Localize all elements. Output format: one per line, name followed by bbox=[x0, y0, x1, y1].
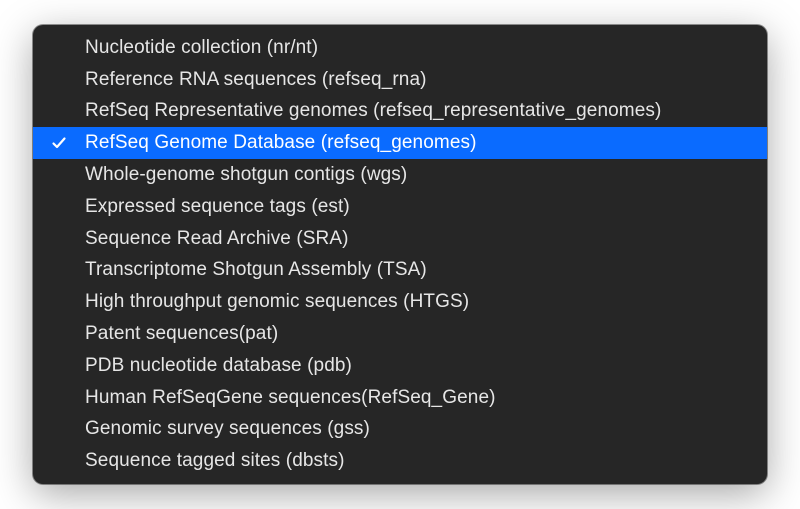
check-cell bbox=[33, 40, 85, 56]
option-label: Genomic survey sequences (gss) bbox=[85, 418, 370, 440]
option-label: Sequence tagged sites (dbsts) bbox=[85, 450, 345, 472]
option-label: High throughput genomic sequences (HTGS) bbox=[85, 291, 469, 313]
option-label: Patent sequences(pat) bbox=[85, 323, 278, 345]
option-label: PDB nucleotide database (pdb) bbox=[85, 355, 352, 377]
dropdown-option[interactable]: Nucleotide collection (nr/nt) bbox=[33, 32, 767, 64]
option-label: RefSeq Genome Database (refseq_genomes) bbox=[85, 132, 477, 154]
check-cell bbox=[33, 390, 85, 406]
check-cell bbox=[33, 294, 85, 310]
check-cell bbox=[33, 358, 85, 374]
dropdown-option[interactable]: Expressed sequence tags (est) bbox=[33, 191, 767, 223]
check-cell bbox=[33, 103, 85, 119]
option-label: Nucleotide collection (nr/nt) bbox=[85, 37, 318, 59]
check-cell bbox=[33, 326, 85, 342]
database-dropdown-panel[interactable]: Nucleotide collection (nr/nt) Reference … bbox=[33, 25, 767, 484]
option-label: Sequence Read Archive (SRA) bbox=[85, 228, 349, 250]
checkmark-icon bbox=[51, 135, 67, 151]
option-label: Whole-genome shotgun contigs (wgs) bbox=[85, 164, 407, 186]
option-label: Transcriptome Shotgun Assembly (TSA) bbox=[85, 259, 427, 281]
check-cell bbox=[33, 453, 85, 469]
dropdown-option[interactable]: RefSeq Genome Database (refseq_genomes) bbox=[33, 127, 767, 159]
check-cell bbox=[33, 231, 85, 247]
check-cell bbox=[33, 72, 85, 88]
check-cell bbox=[33, 421, 85, 437]
option-label: Expressed sequence tags (est) bbox=[85, 196, 350, 218]
dropdown-option[interactable]: Sequence Read Archive (SRA) bbox=[33, 223, 767, 255]
dropdown-option[interactable]: PDB nucleotide database (pdb) bbox=[33, 350, 767, 382]
dropdown-option[interactable]: Human RefSeqGene sequences(RefSeq_Gene) bbox=[33, 382, 767, 414]
check-cell bbox=[33, 262, 85, 278]
dropdown-option[interactable]: Patent sequences(pat) bbox=[33, 318, 767, 350]
dropdown-option[interactable]: Sequence tagged sites (dbsts) bbox=[33, 445, 767, 477]
dropdown-option[interactable]: Whole-genome shotgun contigs (wgs) bbox=[33, 159, 767, 191]
check-cell bbox=[33, 135, 85, 151]
check-cell bbox=[33, 199, 85, 215]
dropdown-option[interactable]: Transcriptome Shotgun Assembly (TSA) bbox=[33, 255, 767, 287]
option-label: Human RefSeqGene sequences(RefSeq_Gene) bbox=[85, 387, 496, 409]
dropdown-option[interactable]: Reference RNA sequences (refseq_rna) bbox=[33, 64, 767, 96]
dropdown-option[interactable]: Genomic survey sequences (gss) bbox=[33, 413, 767, 445]
dropdown-option[interactable]: High throughput genomic sequences (HTGS) bbox=[33, 286, 767, 318]
check-cell bbox=[33, 167, 85, 183]
option-label: RefSeq Representative genomes (refseq_re… bbox=[85, 100, 661, 122]
option-label: Reference RNA sequences (refseq_rna) bbox=[85, 69, 427, 91]
dropdown-option[interactable]: RefSeq Representative genomes (refseq_re… bbox=[33, 96, 767, 128]
